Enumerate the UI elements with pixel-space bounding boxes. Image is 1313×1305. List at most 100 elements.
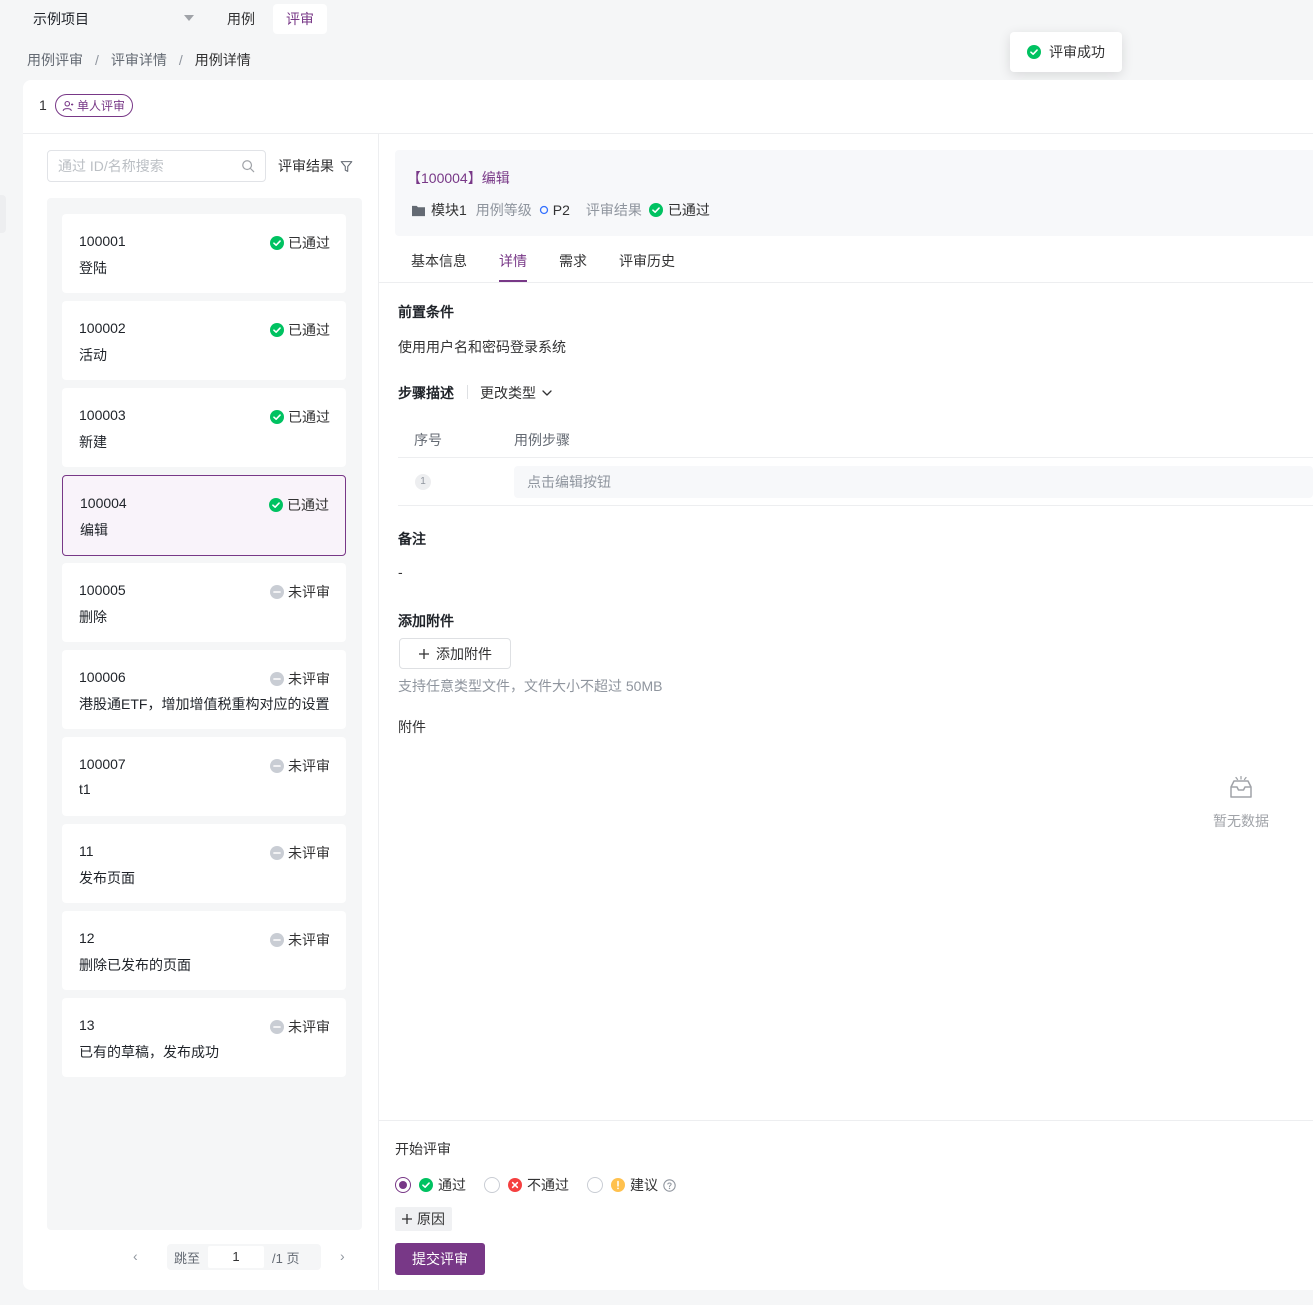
add-attachment-button[interactable]: 添加附件 bbox=[399, 638, 511, 669]
case-item[interactable]: 100007 t1 未评审 bbox=[62, 737, 346, 816]
radio-pass[interactable]: 通过 bbox=[395, 1175, 466, 1195]
toast-text: 评审成功 bbox=[1049, 44, 1105, 60]
check-circle-icon bbox=[270, 236, 284, 250]
review-form: 开始评审 通过 不通过 建议 原因 提交评审 bbox=[379, 1120, 1313, 1290]
precondition-title: 前置条件 bbox=[398, 304, 454, 320]
pagination: ‹ 跳至 1 /1 页 › bbox=[23, 1242, 379, 1272]
add-reason-label: 原因 bbox=[417, 1211, 445, 1227]
breadcrumb-review-detail[interactable]: 评审详情 bbox=[111, 50, 167, 70]
chevron-down-icon bbox=[542, 390, 552, 396]
add-reason-button[interactable]: 原因 bbox=[395, 1207, 452, 1231]
steps-title: 步骤描述 bbox=[398, 385, 454, 401]
minus-circle-icon bbox=[270, 846, 284, 860]
help-icon[interactable] bbox=[663, 1178, 676, 1192]
case-item[interactable]: 13 已有的草稿，发布成功 未评审 bbox=[62, 998, 346, 1077]
steps-col-step: 用例步骤 bbox=[514, 432, 570, 448]
radio-suggest-label: 建议 bbox=[630, 1177, 658, 1193]
case-item[interactable]: 12 删除已发布的页面 未评审 bbox=[62, 911, 346, 990]
breadcrumb-separator: / bbox=[95, 52, 99, 68]
breadcrumb-review-list[interactable]: 用例评审 bbox=[27, 50, 83, 70]
case-title: 【100004】编辑 bbox=[407, 170, 510, 186]
case-item[interactable]: 11 发布页面 未评审 bbox=[62, 824, 346, 903]
check-circle-icon bbox=[419, 1178, 433, 1192]
radio-circle[interactable] bbox=[484, 1177, 500, 1193]
empty-box-icon bbox=[1230, 775, 1252, 798]
case-status-label: 已通过 bbox=[288, 322, 330, 338]
case-name: t1 bbox=[79, 781, 91, 797]
result-filter[interactable]: 评审结果 bbox=[278, 156, 353, 176]
next-page-button[interactable]: › bbox=[340, 1248, 345, 1264]
case-result: 已通过 bbox=[667, 202, 710, 218]
case-item[interactable]: 100001 登陆 已通过 bbox=[62, 214, 346, 293]
table-row: 1 点击编辑按钮 bbox=[398, 458, 1313, 506]
top-tab-review[interactable]: 评审 bbox=[273, 4, 327, 34]
case-status: 未评审 bbox=[270, 1017, 330, 1037]
prev-page-button[interactable]: ‹ bbox=[133, 1248, 138, 1264]
case-status-label: 未评审 bbox=[288, 845, 330, 861]
result-filter-label: 评审结果 bbox=[278, 158, 334, 174]
case-id: 100001 bbox=[79, 233, 126, 249]
collapse-handle[interactable] bbox=[0, 195, 6, 233]
warning-circle-icon bbox=[611, 1178, 625, 1192]
top-tab-cases[interactable]: 用例 bbox=[214, 4, 268, 34]
case-status: 已通过 bbox=[270, 233, 330, 253]
case-level: P2 bbox=[552, 202, 570, 218]
case-id: 100006 bbox=[79, 669, 126, 685]
search-input[interactable] bbox=[48, 151, 265, 181]
plus-icon bbox=[402, 1214, 412, 1224]
case-id: 11 bbox=[79, 843, 94, 859]
tab-detail[interactable]: 详情 bbox=[499, 251, 527, 282]
step-text[interactable]: 点击编辑按钮 bbox=[514, 466, 1313, 498]
case-item[interactable]: 100003 新建 已通过 bbox=[62, 388, 346, 467]
case-level-label: 用例等级 bbox=[475, 202, 532, 218]
case-id: 100007 bbox=[79, 756, 126, 772]
case-name: 登陆 bbox=[79, 260, 107, 276]
close-circle-icon bbox=[508, 1178, 522, 1192]
tab-requirements[interactable]: 需求 bbox=[559, 251, 587, 282]
minus-circle-icon bbox=[270, 1020, 284, 1034]
attach-title: 添加附件 bbox=[398, 613, 454, 629]
case-id: 12 bbox=[79, 930, 95, 946]
radio-circle[interactable] bbox=[395, 1177, 411, 1193]
case-status-label: 已通过 bbox=[288, 409, 330, 425]
case-item[interactable]: 100005 删除 未评审 bbox=[62, 563, 346, 642]
case-name: 删除 bbox=[79, 609, 107, 625]
case-name: 发布页面 bbox=[79, 870, 135, 886]
page-jump-input[interactable]: 1 bbox=[208, 1246, 265, 1268]
case-item[interactable]: 100002 活动 已通过 bbox=[62, 301, 346, 380]
change-type-dropdown[interactable]: 更改类型 bbox=[480, 383, 553, 403]
search-icon[interactable] bbox=[241, 159, 255, 173]
radio-circle[interactable] bbox=[587, 1177, 603, 1193]
submit-review-button[interactable]: 提交评审 bbox=[395, 1243, 485, 1275]
project-select-value: 示例项目 bbox=[33, 11, 89, 27]
divider bbox=[467, 385, 468, 399]
check-circle-icon bbox=[269, 498, 283, 512]
project-select[interactable]: 示例项目 bbox=[25, 4, 200, 34]
start-review-label: 开始评审 bbox=[395, 1141, 451, 1157]
case-name: 活动 bbox=[79, 347, 107, 363]
case-status: 已通过 bbox=[270, 407, 330, 427]
review-result-radio-group: 通过 不通过 建议 bbox=[395, 1175, 694, 1195]
radio-suggest[interactable]: 建议 bbox=[587, 1175, 676, 1195]
case-list-panel: 评审结果 100001 登陆 已通过 100002 活动 已通过 bbox=[23, 134, 379, 1290]
tab-basic-info[interactable]: 基本信息 bbox=[411, 251, 467, 282]
check-circle-icon bbox=[1027, 45, 1041, 59]
case-name: 已有的草稿，发布成功 bbox=[79, 1044, 219, 1060]
tab-review-history[interactable]: 评审历史 bbox=[619, 251, 675, 282]
case-status: 已通过 bbox=[270, 320, 330, 340]
case-detail-panel: 【100004】编辑 模块1 用例等级 P2 评审结果 已通过 基本信息 详情 … bbox=[379, 134, 1313, 1290]
radio-fail[interactable]: 不通过 bbox=[484, 1175, 569, 1195]
case-id: 100004 bbox=[80, 495, 127, 511]
case-module: 模块1 bbox=[431, 202, 467, 218]
case-status-label: 未评审 bbox=[288, 671, 330, 687]
case-item-selected[interactable]: 100004 编辑 已通过 bbox=[62, 475, 346, 556]
minus-circle-icon bbox=[270, 759, 284, 773]
detail-tabs: 基本信息 详情 需求 评审历史 bbox=[379, 246, 1313, 283]
case-item[interactable]: 100006 港股通ETF，增加增值税重构对应的设置 未评审 bbox=[62, 650, 346, 729]
minus-circle-icon bbox=[270, 933, 284, 947]
search-box bbox=[47, 150, 266, 182]
check-circle-icon bbox=[270, 410, 284, 424]
case-name: 港股通ETF，增加增值税重构对应的设置 bbox=[79, 696, 330, 712]
caret-down-icon bbox=[184, 15, 194, 21]
change-type-label: 更改类型 bbox=[480, 385, 536, 401]
